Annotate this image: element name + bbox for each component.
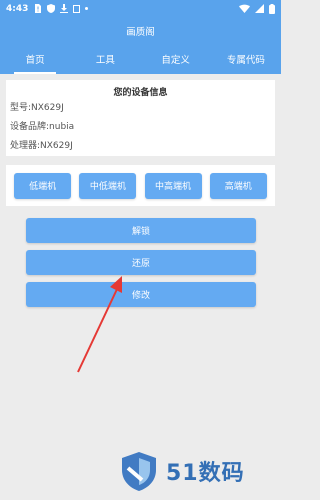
device-info-title: 您的设备信息	[113, 88, 168, 98]
status-bar: 4:43	[0, 0, 281, 17]
square-icon	[73, 4, 81, 13]
device-model: 型号:NX629J	[10, 103, 64, 113]
unlock-button[interactable]: 解锁	[26, 218, 256, 243]
device-level-card: 低端机 中低端机 中高端机 高端机	[6, 165, 275, 206]
download-icon	[60, 4, 69, 13]
dot-icon	[85, 7, 89, 10]
tab-bar: 首页 工具 自定义 专属代码	[0, 44, 281, 74]
shield-icon	[47, 4, 56, 13]
restore-button[interactable]: 还原	[26, 250, 256, 275]
modify-button[interactable]: 修改	[26, 282, 256, 307]
device-brand: 设备品牌:nubia	[10, 122, 75, 132]
app-bar: 画质阁	[0, 17, 281, 44]
watermark-text: 51数码	[166, 461, 245, 486]
status-time: 4:43	[6, 3, 29, 14]
device-processor: 处理器:NX629J	[10, 141, 73, 151]
device-info-card: 您的设备信息 型号:NX629J 设备品牌:nubia 处理器:NX629J	[6, 80, 275, 156]
tab-exclusive-code[interactable]: 专属代码	[211, 44, 281, 74]
tab-tools[interactable]: 工具	[70, 44, 140, 74]
watermark-logo: 51数码	[118, 450, 245, 492]
high-end-button[interactable]: 高端机	[209, 172, 267, 199]
wifi-icon	[239, 4, 250, 13]
tab-home[interactable]: 首页	[0, 44, 70, 74]
shield-logo-icon	[122, 452, 156, 491]
mid-low-end-button[interactable]: 中低端机	[79, 172, 137, 199]
status-system-icons	[239, 3, 275, 14]
app-title: 画质阁	[126, 26, 155, 38]
tab-custom[interactable]: 自定义	[141, 44, 211, 74]
signal-icon	[255, 4, 264, 13]
sim-alert-icon	[35, 4, 42, 13]
mid-high-end-button[interactable]: 中高端机	[144, 172, 202, 199]
status-notification-icons	[34, 4, 89, 13]
battery-icon	[269, 3, 275, 14]
low-end-button[interactable]: 低端机	[14, 172, 72, 199]
